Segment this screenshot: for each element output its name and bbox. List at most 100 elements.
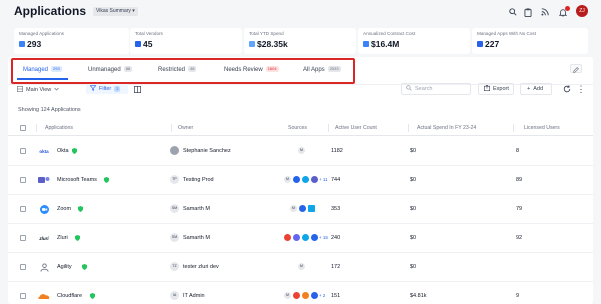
export-icon: [484, 84, 490, 93]
source-manual-icon: M: [284, 292, 291, 299]
plus-icon: +: [527, 86, 531, 92]
source-integration-icon: [302, 292, 309, 299]
owner-name[interactable]: Testing Prod: [183, 177, 214, 183]
rss-icon[interactable]: [540, 7, 550, 17]
row-checkbox[interactable]: [20, 293, 26, 299]
edit-tabs-button[interactable]: [570, 64, 582, 73]
clipboard-icon[interactable]: [523, 7, 533, 17]
owner-avatar: SM: [170, 233, 179, 242]
row-checkbox[interactable]: [20, 148, 26, 154]
active-user-count: 353: [331, 206, 341, 212]
table-row[interactable]: zluri Zluri SM Samarth M + 15 240 $0 92: [8, 224, 593, 253]
showing-count-text: Showing 124 Applications: [18, 107, 81, 113]
refresh-icon: [563, 80, 571, 98]
sources-more-count[interactable]: + 11: [319, 177, 328, 182]
source-google-icon: [311, 234, 318, 241]
app-name[interactable]: Zoom: [57, 206, 71, 212]
table-row[interactable]: Zoom SM Samarth M M 353 $0 79: [8, 195, 593, 224]
column-header-actual-spend[interactable]: Actual Spend In FY 23-24: [417, 125, 476, 131]
view-selector-badge[interactable]: Vikas Summary ▾: [93, 7, 138, 16]
verified-shield-icon: [75, 235, 80, 241]
filter-button[interactable]: Filter 2: [86, 84, 128, 94]
source-google-icon: [293, 176, 300, 183]
user-avatar[interactable]: ZJ: [576, 5, 588, 17]
stat-value: 227: [485, 39, 500, 49]
spend-icon: [249, 41, 255, 47]
owner-name[interactable]: Samarth M: [183, 235, 210, 241]
active-user-count: 172: [331, 264, 341, 270]
filter-count-badge: 2: [114, 86, 121, 92]
app-name[interactable]: Cloudflare: [57, 293, 82, 299]
row-checkbox[interactable]: [20, 264, 26, 270]
source-teams-icon: [311, 176, 318, 183]
column-header-owner[interactable]: Owner: [178, 125, 193, 131]
owner-avatar: TZ: [170, 262, 179, 271]
row-checkbox[interactable]: [20, 235, 26, 241]
add-button[interactable]: + Add: [520, 83, 552, 95]
verified-shield-icon: [72, 148, 77, 154]
active-user-count: 1182: [331, 148, 343, 154]
owner-name[interactable]: IT Admin: [183, 293, 205, 299]
zluri-logo: zluri: [39, 235, 49, 241]
agility-logo: [38, 262, 50, 272]
view-label: Main View: [26, 86, 52, 93]
pencil-icon: [573, 60, 579, 78]
table-row[interactable]: okta Okta Stephanie Sanchez M 1182 $0 8: [8, 137, 593, 166]
actual-spend: $0: [410, 148, 417, 154]
source-manual-icon: M: [298, 263, 305, 270]
app-name[interactable]: Zluri: [57, 235, 68, 241]
actual-spend: $0: [410, 264, 417, 270]
stat-label: Managed Applications: [19, 31, 64, 36]
okta-logo: okta: [39, 148, 49, 154]
stat-card-managed-apps: Managed Applications 293: [14, 28, 129, 54]
table-header: Applications Owner Sources Active User C…: [8, 120, 593, 136]
active-user-count: 744: [331, 177, 341, 183]
column-header-active-users[interactable]: Active User Count: [335, 125, 377, 131]
source-sso-icon: [308, 205, 315, 212]
verified-shield-icon: [82, 264, 87, 270]
export-label: Export: [493, 86, 509, 92]
search-icon: [406, 85, 412, 93]
verified-shield-icon: [104, 177, 109, 183]
table-row[interactable]: Cloudflare IA IT Admin M + 2 151 $4.81k …: [8, 282, 593, 304]
stat-value: 293: [27, 39, 42, 49]
column-header-licensed-users[interactable]: Licensed Users: [524, 125, 560, 131]
stat-label: Total YTD Spend: [249, 31, 284, 36]
licensed-users: 8: [516, 148, 520, 154]
column-header-applications[interactable]: Applications: [45, 125, 73, 131]
add-label: Add: [533, 86, 544, 92]
app-name[interactable]: Agility: [57, 264, 72, 270]
column-header-sources[interactable]: Sources: [288, 125, 307, 131]
source-azure-icon: [302, 176, 309, 183]
search-icon[interactable]: [508, 7, 518, 17]
apps-icon: [19, 41, 25, 47]
row-checkbox[interactable]: [20, 206, 26, 212]
table-row[interactable]: Microsoft Teams TP Testing Prod M + 11 7…: [8, 166, 593, 195]
source-manual-icon: M: [290, 205, 297, 212]
contract-icon: [363, 41, 369, 47]
columns-button[interactable]: [132, 84, 142, 94]
sources-more-count[interactable]: + 2: [319, 293, 325, 298]
stat-label: Managed Apps With No Cost: [477, 31, 536, 36]
sources-more-count[interactable]: + 15: [319, 235, 328, 240]
more-options-button[interactable]: ⋮: [577, 83, 586, 95]
chevron-down-icon: [54, 87, 60, 93]
search-input[interactable]: Search: [401, 83, 471, 95]
search-placeholder: Search: [415, 86, 433, 92]
owner-name[interactable]: tester zluri dev: [183, 264, 219, 270]
zoom-logo: [38, 204, 50, 214]
row-checkbox[interactable]: [20, 177, 26, 183]
stat-card-contract-cost: Annualized Contract Cost $16.4M: [358, 28, 470, 54]
active-user-count: 151: [331, 293, 341, 299]
app-name[interactable]: Microsoft Teams: [57, 177, 97, 183]
main-view-select[interactable]: Main View: [17, 85, 60, 94]
app-name[interactable]: Okta: [57, 148, 69, 154]
stat-card-ytd-spend: Total YTD Spend $28.35k: [244, 28, 356, 54]
microsoft-teams-logo: [38, 175, 50, 185]
table-row[interactable]: Agility TZ tester zluri dev M 172 $0: [8, 253, 593, 282]
export-button[interactable]: Export: [478, 83, 514, 95]
select-all-checkbox[interactable]: [20, 125, 26, 131]
owner-name[interactable]: Stephanie Sanchez: [183, 148, 231, 154]
refresh-button[interactable]: [561, 83, 573, 95]
owner-name[interactable]: Samarth M: [183, 206, 210, 212]
